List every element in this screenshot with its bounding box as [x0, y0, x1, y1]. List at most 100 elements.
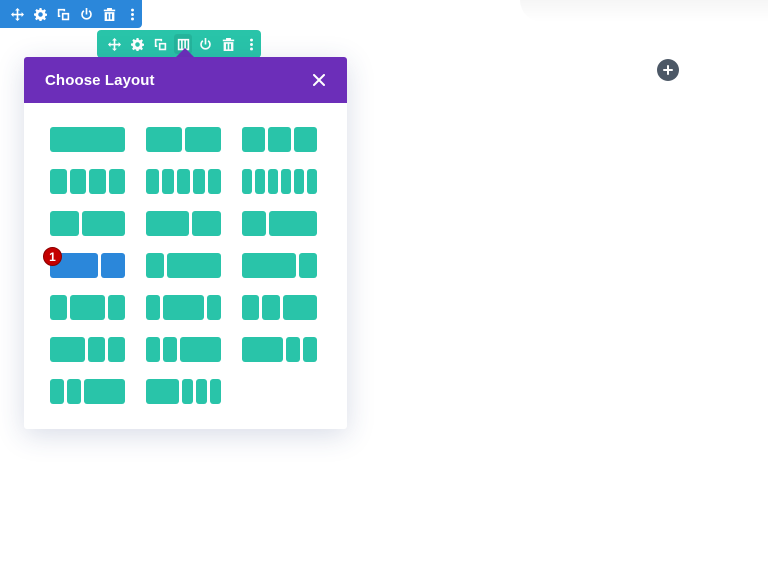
- layout-column-block: [66, 379, 81, 404]
- layout-column-block: [294, 127, 317, 152]
- trash-icon: [223, 37, 235, 51]
- gear-icon: [34, 7, 47, 21]
- layout-column-block: [255, 169, 265, 194]
- row-settings-button[interactable]: [128, 34, 147, 54]
- layout-option[interactable]: [242, 337, 317, 362]
- section-delete-button[interactable]: [100, 4, 119, 24]
- layout-column-block: [146, 253, 164, 278]
- layout-column-block: [162, 295, 205, 320]
- add-section-button[interactable]: [657, 59, 679, 81]
- power-icon: [81, 7, 92, 20]
- layout-column-block: [146, 337, 160, 362]
- section-duplicate-button[interactable]: [54, 4, 73, 24]
- layout-option[interactable]: [50, 379, 125, 404]
- layout-option[interactable]: [146, 211, 221, 236]
- layout-column-block: [207, 295, 221, 320]
- row-more-button[interactable]: [242, 34, 261, 54]
- row-move-button[interactable]: [105, 34, 124, 54]
- more-icon: [131, 8, 134, 20]
- layout-column-block: [210, 379, 221, 404]
- layout-column-block: [192, 211, 221, 236]
- layout-column-block: [146, 295, 160, 320]
- layout-option[interactable]: [146, 295, 221, 320]
- section-move-button[interactable]: [8, 4, 27, 24]
- section-toolbar: [0, 0, 142, 28]
- layout-column-block: [89, 169, 106, 194]
- layout-column-block: [177, 169, 190, 194]
- layout-column-block: [192, 169, 206, 194]
- layout-column-block: [281, 169, 291, 194]
- close-icon: [313, 74, 325, 86]
- layout-column-block: [268, 169, 278, 194]
- layout-option[interactable]: [146, 253, 221, 278]
- layout-column-block: [167, 253, 221, 278]
- layout-column-block: [70, 295, 105, 320]
- layout-column-block: [208, 169, 221, 194]
- layout-column-block: [185, 127, 221, 152]
- layout-column-block: [87, 337, 105, 362]
- header-shadow: [520, 0, 768, 22]
- layout-option[interactable]: [50, 211, 125, 236]
- layout-column-block: [242, 127, 265, 152]
- layout-column-block: [69, 169, 86, 194]
- layout-option[interactable]: [146, 127, 221, 152]
- layout-column-block: [196, 379, 207, 404]
- layout-option[interactable]: [242, 295, 317, 320]
- layout-column-block: [161, 169, 175, 194]
- section-more-button[interactable]: [123, 4, 142, 24]
- layout-column-block: [146, 379, 179, 404]
- modal-title: Choose Layout: [45, 71, 155, 89]
- section-disable-button[interactable]: [77, 4, 96, 24]
- layout-column-block: [242, 253, 296, 278]
- modal-pointer: [176, 48, 194, 57]
- layout-option[interactable]: [242, 253, 317, 278]
- layout-column-block: [242, 337, 284, 362]
- layout-option[interactable]: [146, 169, 221, 194]
- layout-column-block: [83, 379, 125, 404]
- layout-option[interactable]: [50, 295, 125, 320]
- layout-column-block: [179, 337, 221, 362]
- power-icon: [200, 37, 212, 50]
- choose-layout-modal: Choose Layout 1: [24, 57, 347, 429]
- layout-option[interactable]: [146, 337, 221, 362]
- layout-column-block: [286, 337, 301, 362]
- layout-option[interactable]: [50, 127, 125, 152]
- layout-option[interactable]: [242, 211, 317, 236]
- row-duplicate-button[interactable]: [151, 34, 170, 54]
- row-delete-button[interactable]: [219, 34, 238, 54]
- layout-column-block: [182, 379, 193, 404]
- layout-option[interactable]: 1: [43, 247, 125, 278]
- step-badge: 1: [43, 247, 62, 266]
- layout-column-block: [50, 337, 85, 362]
- layout-column-block: [282, 295, 317, 320]
- layout-column-block: [146, 211, 190, 236]
- layout-column-block: [294, 169, 304, 194]
- section-settings-button[interactable]: [31, 4, 50, 24]
- layout-column-block: [242, 295, 260, 320]
- layout-column-block: [242, 211, 266, 236]
- layout-column-block: [107, 295, 125, 320]
- layout-column-block: [268, 127, 291, 152]
- row-disable-button[interactable]: [196, 34, 215, 54]
- more-icon: [250, 38, 254, 50]
- layout-column-block: [50, 211, 79, 236]
- layout-option[interactable]: [146, 379, 221, 404]
- layout-column-block: [107, 337, 125, 362]
- layout-column-block: [303, 337, 317, 362]
- layout-option[interactable]: [242, 127, 317, 152]
- layout-column-block: [146, 169, 159, 194]
- layout-column-block: [81, 211, 125, 236]
- layout-option[interactable]: [242, 169, 317, 194]
- layout-column-block: [299, 253, 317, 278]
- layout-option[interactable]: [50, 169, 125, 194]
- layout-option[interactable]: [50, 337, 125, 362]
- layout-column-block: [162, 337, 177, 362]
- layout-column-block: [262, 295, 280, 320]
- gear-icon: [130, 37, 144, 51]
- move-icon: [11, 7, 24, 21]
- close-button[interactable]: [311, 72, 327, 88]
- layout-column-block: [50, 127, 125, 152]
- duplicate-icon: [154, 38, 166, 50]
- plus-icon: [663, 65, 673, 75]
- duplicate-icon: [57, 8, 70, 20]
